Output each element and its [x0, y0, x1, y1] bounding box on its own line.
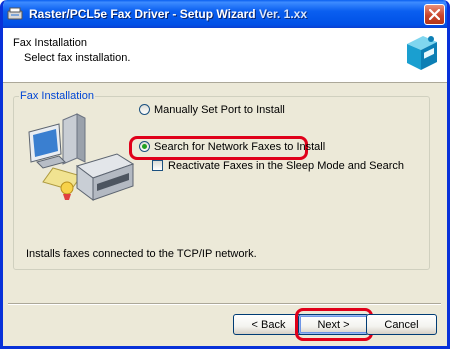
- radio-search-network-label: Search for Network Faxes to Install: [154, 141, 326, 153]
- radio-button-selected[interactable]: [139, 141, 150, 152]
- setup-wizard-window: Raster/PCL5e Fax Driver - Setup Wizard V…: [0, 0, 450, 349]
- option-description: Installs faxes connected to the TCP/IP n…: [26, 248, 257, 260]
- radio-button[interactable]: [139, 104, 150, 115]
- checkbox[interactable]: [152, 160, 163, 171]
- footer-separator: [8, 303, 441, 305]
- app-icon: [7, 7, 23, 20]
- title-bar[interactable]: Raster/PCL5e Fax Driver - Setup Wizard V…: [3, 0, 447, 28]
- wizard-header: Fax Installation Select fax installation…: [3, 28, 447, 83]
- group-legend: Fax Installation: [20, 90, 94, 102]
- next-button[interactable]: Next >: [298, 314, 369, 335]
- header-subtitle: Select fax installation.: [24, 52, 131, 64]
- cancel-button[interactable]: Cancel: [366, 314, 437, 335]
- checkbox-reactivate-sleep[interactable]: Reactivate Faxes in the Sleep Mode and S…: [152, 160, 404, 172]
- back-button[interactable]: < Back: [233, 314, 304, 335]
- fax-driver-box-icon: [407, 36, 437, 70]
- close-button[interactable]: [424, 4, 445, 25]
- computer-printer-illustration: [28, 113, 135, 201]
- window-title: Raster/PCL5e Fax Driver - Setup Wizard V…: [29, 7, 308, 21]
- radio-search-network[interactable]: Search for Network Faxes to Install: [139, 141, 325, 153]
- close-icon: [429, 9, 440, 20]
- checkbox-reactivate-label: Reactivate Faxes in the Sleep Mode and S…: [168, 160, 405, 172]
- header-title: Fax Installation: [13, 37, 87, 49]
- radio-manual-port[interactable]: Manually Set Port to Install: [139, 104, 285, 116]
- window-title-version: Ver. 1.xx: [258, 7, 308, 21]
- radio-manual-port-label: Manually Set Port to Install: [154, 104, 285, 116]
